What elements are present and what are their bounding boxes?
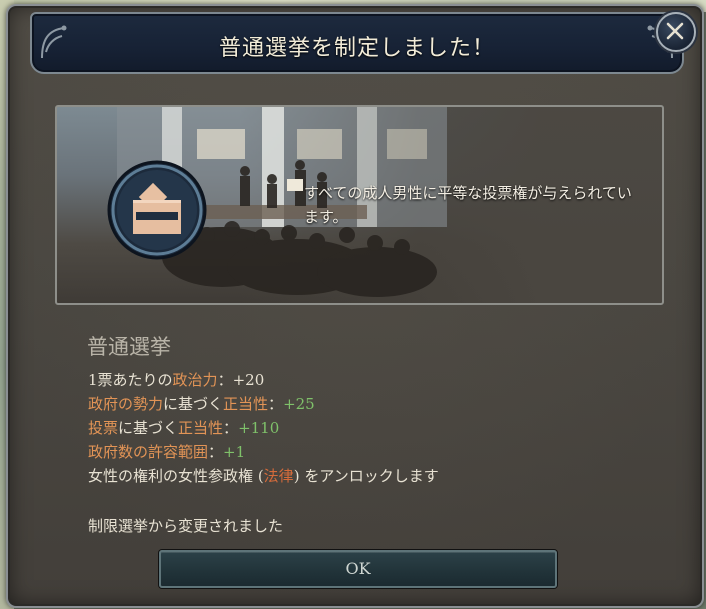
dialog-title: 普通選挙を制定しました！ (218, 36, 495, 61)
effect-text: をアンロックします (304, 467, 439, 485)
effect-highlight[interactable]: 正当性 (223, 395, 268, 413)
effect-title: 普通選挙 (87, 335, 171, 359)
law-link[interactable]: 法律 (264, 467, 294, 485)
effect-value: +25 (283, 395, 315, 413)
event-description: すべての成人男性に平等な投票権が与えられています。 (304, 184, 632, 226)
effect-separator: ： (223, 419, 239, 437)
effect-line: 政府数の許容範囲：+1 (88, 440, 439, 464)
close-button[interactable] (656, 12, 696, 52)
effect-highlight[interactable]: 政府の勢力 (88, 395, 163, 413)
effect-line: 女性の権利の女性参政権 (法律) をアンロックします (88, 464, 439, 488)
effect-line: 政府の勢力に基づく正当性：+25 (88, 392, 439, 416)
effect-highlight[interactable]: 正当性 (178, 419, 223, 437)
effect-line: 投票に基づく正当性：+110 (88, 416, 439, 440)
ok-button[interactable]: OK (159, 550, 557, 588)
effect-highlight[interactable]: 政府数の許容範囲 (88, 443, 208, 461)
effect-highlight[interactable]: 投票 (88, 419, 118, 437)
effect-link[interactable]: 女性の権利 (88, 467, 163, 485)
dialog-header: 普通選挙を制定しました！ (30, 12, 684, 74)
event-illustration: すべての成人男性に平等な投票権が与えられています。 (55, 105, 664, 305)
effect-text: に基づく (118, 419, 179, 437)
effect-text: ( (253, 467, 264, 485)
effect-line: 1票あたりの政治力：+20 (88, 368, 439, 392)
effect-value: +1 (223, 443, 246, 461)
effect-text: 1票あたりの (88, 371, 173, 389)
effect-separator: ： (217, 371, 233, 389)
effect-value: +110 (238, 419, 280, 437)
effect-separator: ： (268, 395, 284, 413)
effect-text: ) (293, 467, 305, 485)
effect-link[interactable]: 女性参政権 (178, 467, 253, 485)
ballot-box-icon (107, 160, 207, 260)
change-note: 制限選挙から変更されました (88, 517, 284, 535)
event-dialog: 普通選挙を制定しました！ すべての成人男性に平等な投票権が与えられています。 普… (6, 4, 704, 608)
effect-separator: ： (208, 443, 224, 461)
effect-text: の (163, 467, 179, 485)
effects-list: 1票あたりの政治力：+20 政府の勢力に基づく正当性：+25 投票に基づく正当性… (88, 368, 439, 488)
effect-highlight[interactable]: 政治力 (173, 371, 218, 389)
effect-value: +20 (232, 371, 265, 389)
close-icon (666, 22, 684, 40)
effect-text: に基づく (163, 395, 224, 413)
